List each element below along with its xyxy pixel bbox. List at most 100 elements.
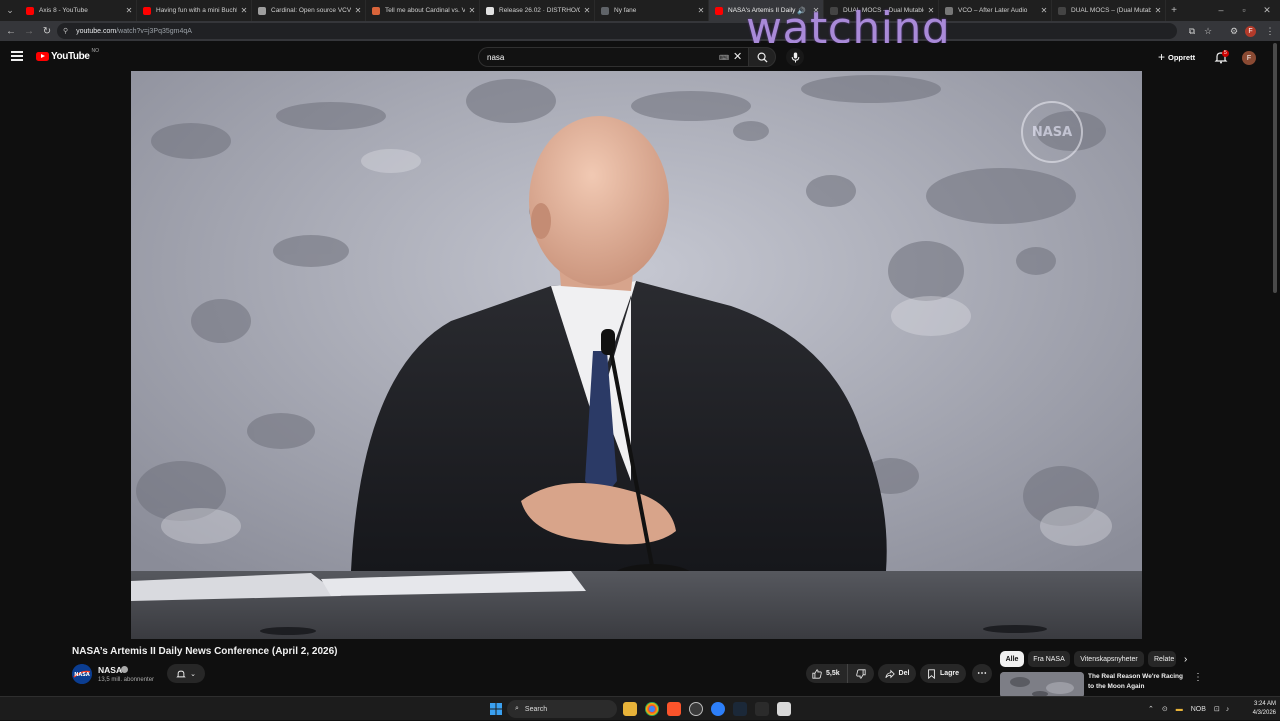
taskbar-search-placeholder: Search [524, 705, 548, 713]
close-window-icon[interactable]: ✕ [1256, 0, 1278, 21]
recommendation-thumbnail[interactable] [1000, 672, 1084, 698]
video-player[interactable]: NASA [131, 71, 1142, 639]
menu-icon[interactable] [11, 51, 23, 61]
svg-text:NASA: NASA [74, 672, 90, 678]
chevron-right-icon[interactable]: › [1184, 654, 1187, 665]
like-count: 5,5k [826, 670, 840, 677]
subscriber-count: 13,5 mill. abonnenter [98, 677, 155, 683]
tab-title: Tell me about Cardinal vs. VCV [385, 7, 465, 14]
browser-tab[interactable]: Tell me about Cardinal vs. VCV✕ [366, 0, 480, 21]
region-code: NO [91, 47, 100, 54]
close-tab-icon[interactable]: ✕ [237, 6, 251, 15]
volume-icon[interactable]: ♪ [1226, 706, 1230, 713]
windows-taskbar: ⌕ Search ⌃ ⊙ ▬ NOB ⊡ ♪ 3:24 AM 4/3/2026 [0, 696, 1280, 720]
browser-tab[interactable]: Cardinal: Open source VCV Rack✕ [252, 0, 366, 21]
keyboard-icon[interactable]: ⌨ [719, 54, 729, 62]
chip-science-news[interactable]: Vitenskapsnyheter [1074, 651, 1144, 667]
close-tab-icon[interactable]: ✕ [580, 6, 594, 15]
browser-menu-icon[interactable]: ⋮ [1262, 23, 1278, 39]
address-bar[interactable]: ⚲ youtube.com/watch?v=j3Pq35gm4qA [57, 23, 1177, 39]
more-actions-button[interactable]: ⋯ [972, 664, 992, 683]
subscription-bell-button[interactable]: ⌄ [167, 664, 205, 683]
clear-search-icon[interactable]: ✕ [733, 50, 742, 63]
tray-drive-icon[interactable]: ▬ [1176, 706, 1183, 713]
channel-avatar[interactable]: NASA [72, 664, 92, 684]
taskbar-search[interactable]: ⌕ Search [507, 700, 617, 718]
close-tab-icon[interactable]: ✕ [1037, 6, 1051, 15]
youtube-logo-text: YouTube [51, 51, 90, 62]
browser-tab[interactable]: Ny fane ✕ [595, 0, 709, 21]
share-button[interactable]: Del [878, 664, 916, 683]
browser-profile-avatar[interactable]: F [1245, 26, 1256, 37]
browser-tab[interactable]: Release 26.02 · DISTRHO/Cardinal✕ [480, 0, 595, 21]
create-label: Opprett [1168, 52, 1196, 62]
forward-icon[interactable]: → [20, 21, 38, 41]
brave-icon[interactable] [667, 702, 681, 716]
notification-count-badge: 5 [1222, 50, 1229, 57]
url-path: /watch?v=j3Pq35gm4qA [116, 27, 192, 35]
recommendation-title[interactable]: The Real Reason We're Racing to the Moon… [1088, 672, 1188, 692]
tab-search-dropdown-icon[interactable]: ⌄ [0, 0, 20, 21]
minimize-icon[interactable]: – [1210, 0, 1232, 21]
close-tab-icon[interactable]: ✕ [351, 6, 365, 15]
maximize-icon[interactable]: ▫ [1233, 0, 1255, 21]
reload-icon[interactable]: ↻ [38, 21, 56, 41]
dislike-button[interactable] [848, 664, 874, 683]
account-avatar[interactable]: F [1242, 51, 1256, 65]
bookmark-star-icon[interactable]: ☆ [1200, 23, 1216, 39]
back-icon[interactable]: ← [2, 21, 20, 41]
terminal-icon[interactable] [755, 702, 769, 716]
chrome-icon[interactable] [645, 702, 659, 716]
chip-from-nasa[interactable]: Fra NASA [1028, 651, 1070, 667]
browser-tab[interactable]: Axis 8 - YouTube ✕ [20, 0, 137, 21]
scrollbar-thumb[interactable] [1273, 43, 1277, 293]
browser-tab[interactable]: VCO – After Later Audio ✕ [939, 0, 1052, 21]
tab-title: Cardinal: Open source VCV Rack [271, 7, 351, 14]
youtube-play-icon [36, 52, 49, 61]
youtube-logo[interactable]: YouTube NO [36, 47, 100, 62]
page-scrollbar[interactable] [1273, 43, 1278, 293]
voice-search-button[interactable] [786, 48, 804, 66]
verified-badge-icon [121, 666, 128, 673]
browser-tab[interactable]: Having fun with a mini Buchla ✕ [137, 0, 252, 21]
network-icon[interactable]: ⊡ [1214, 705, 1220, 713]
extensions-icon[interactable]: ⚙ [1226, 23, 1242, 39]
close-tab-icon[interactable]: ✕ [1151, 6, 1165, 15]
tray-app-icon[interactable]: ⊙ [1162, 705, 1168, 713]
app-blue-icon[interactable] [711, 702, 725, 716]
browser-toolbar: ← → ↻ ⚲ youtube.com/watch?v=j3Pq35gm4qA … [0, 21, 1280, 41]
notepad-icon[interactable] [777, 702, 791, 716]
share-icon [884, 669, 895, 678]
close-tab-icon[interactable]: ✕ [694, 6, 708, 15]
video-frame: NASA [131, 71, 1142, 639]
like-button[interactable]: 5,5k [806, 664, 848, 683]
taskbar-clock[interactable]: 3:24 AM 4/3/2026 [1240, 700, 1276, 718]
system-tray: ⌃ ⊙ ▬ NOB ⊡ ♪ [1148, 697, 1229, 721]
search-input[interactable]: nasa [478, 47, 748, 67]
tab-favicon-icon [26, 6, 34, 15]
windows-start-icon[interactable] [489, 702, 503, 716]
language-indicator[interactable]: NOB [1191, 706, 1206, 713]
file-explorer-icon[interactable] [623, 702, 637, 716]
channel-name[interactable]: NASA [98, 665, 122, 675]
recommendation-menu-icon[interactable]: ⋮ [1193, 672, 1203, 683]
cast-icon[interactable]: ⧉ [1184, 23, 1200, 39]
close-tab-icon[interactable]: ✕ [465, 6, 479, 15]
chip-all[interactable]: Alle [1000, 651, 1024, 667]
tray-chevron-up-icon[interactable]: ⌃ [1148, 705, 1154, 713]
app-circle-icon[interactable] [689, 702, 703, 716]
search-button[interactable] [748, 47, 776, 67]
steam-icon[interactable] [733, 702, 747, 716]
tab-favicon-icon [143, 6, 151, 15]
more-horizontal-icon: ⋯ [977, 668, 987, 679]
close-tab-icon[interactable]: ✕ [122, 6, 136, 15]
browser-tab[interactable]: DUAL MOCS – (Dual Mutable ✕ [1052, 0, 1166, 21]
save-button[interactable]: Lagre [920, 664, 966, 683]
search-icon [757, 52, 768, 63]
tab-title: Having fun with a mini Buchla [156, 7, 237, 14]
new-tab-button[interactable]: + [1166, 5, 1182, 16]
search-icon: ⌕ [515, 705, 519, 712]
create-button[interactable]: + Opprett [1158, 49, 1195, 65]
site-info-icon[interactable]: ⚲ [63, 27, 68, 35]
chip-related[interactable]: Relate [1148, 651, 1176, 667]
